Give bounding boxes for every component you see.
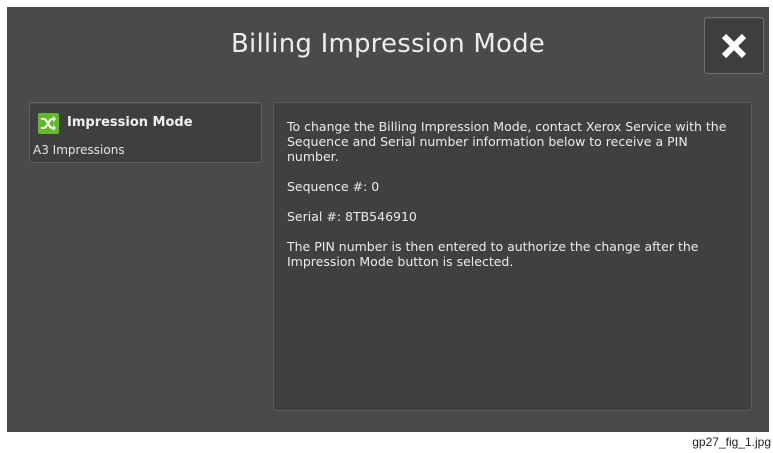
info-panel: To change the Billing Impression Mode, c…: [273, 102, 752, 411]
instructions-text: To change the Billing Impression Mode, c…: [287, 119, 727, 164]
close-button[interactable]: [704, 17, 764, 74]
pin-note-text: The PIN number is then entered to author…: [287, 239, 699, 269]
impression-mode-label: Impression Mode: [67, 115, 193, 130]
dialog-title: Billing Impression Mode: [231, 29, 545, 59]
figure-caption: gp27_fig_1.jpg: [692, 435, 771, 449]
close-x-icon: [721, 33, 747, 58]
impression-mode-button[interactable]: Impression Mode A3 Impressions: [29, 102, 262, 163]
billing-impression-mode-screen: Billing Impression Mode Impression Mode …: [7, 7, 769, 432]
shuffle-icon: [38, 113, 59, 134]
impression-mode-value: A3 Impressions: [33, 143, 125, 157]
sequence-number: Sequence #: 0: [287, 179, 380, 194]
serial-number: Serial #: 8TB546910: [287, 209, 417, 224]
